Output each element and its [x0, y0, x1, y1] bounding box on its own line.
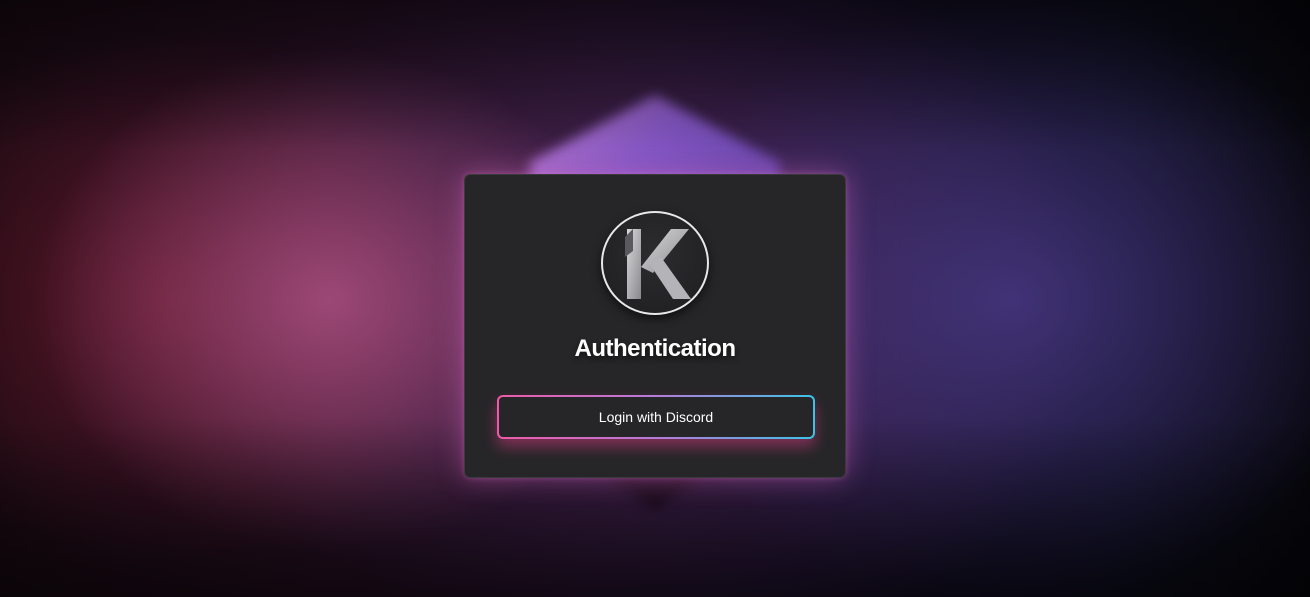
- auth-card: Authentication Login with Discord: [464, 174, 846, 478]
- k-letter-logo-icon: [601, 211, 709, 315]
- page-title: Authentication: [574, 335, 737, 362]
- login-with-discord-button[interactable]: Login with Discord: [497, 395, 815, 439]
- login-button-label: Login with Discord: [499, 397, 813, 437]
